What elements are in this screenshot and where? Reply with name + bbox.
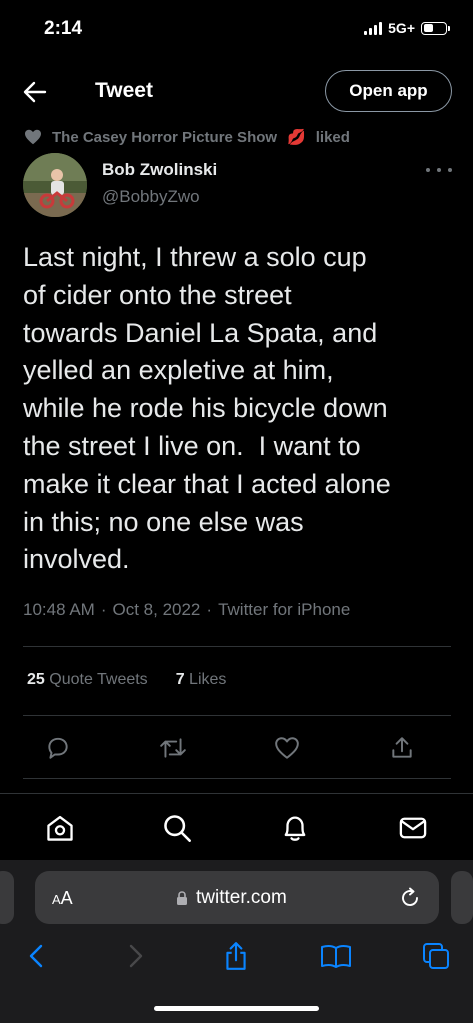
dot-icon [426,168,430,172]
aa-small: A [52,892,61,907]
display-name[interactable]: Bob Zwolinski [102,160,217,180]
page-settings-button[interactable]: AA [52,888,73,909]
reply-icon [48,737,68,759]
quote-tweets-stat[interactable]: 25 Quote Tweets [27,671,148,689]
user-handle[interactable]: @BobbyZwo [102,187,200,207]
url-display[interactable]: twitter.com [176,887,287,909]
page-title: Tweet [95,79,153,102]
bookmarks-icon [321,944,351,968]
status-indicators: 5G+ [364,20,450,36]
browser-forward-button[interactable] [118,938,154,974]
quote-tweets-count: 25 [27,671,45,688]
notifications-icon [284,816,306,841]
tab-messages[interactable] [393,810,433,846]
tab-search[interactable] [157,810,197,846]
arrow-left-icon [23,81,47,103]
tweet-date[interactable]: Oct 8, 2022 [113,600,201,620]
back-button[interactable] [20,78,50,106]
quote-tweets-label: Quote Tweets [49,671,148,688]
meta-separator: · [100,600,107,619]
messages-icon [399,817,427,839]
dot-icon [437,168,441,172]
search-icon [164,815,191,842]
dot-icon [448,168,452,172]
forward-icon [129,944,143,968]
share-icon [226,942,246,970]
network-label: 5G+ [388,20,415,36]
retweet-icon [159,738,186,758]
meta-separator: · [206,600,213,619]
likes-stat[interactable]: 7 Likes [176,671,227,689]
share-button[interactable] [384,730,420,766]
more-options-button[interactable] [426,163,452,177]
reload-button[interactable] [398,886,422,910]
likes-label: Likes [189,671,227,688]
tweet-actions [40,730,420,766]
divider [23,778,451,779]
browser-back-button[interactable] [18,938,54,974]
open-app-button[interactable]: Open app [325,70,452,112]
back-icon [29,944,43,968]
next-tab-preview[interactable] [451,871,473,924]
tab-home[interactable] [40,810,80,846]
social-context[interactable]: The Casey Horror Picture Show 💋 liked [24,128,350,146]
likes-count: 7 [175,671,185,688]
browser-share-button[interactable] [218,938,254,974]
divider [23,646,451,647]
tweet-text: Last night, I threw a solo cup of cider … [23,242,391,575]
status-time: 2:14 [44,18,83,39]
like-icon [275,737,300,759]
like-button[interactable] [269,730,305,766]
liked-label: liked [315,128,350,146]
url-text: twitter.com [196,887,287,908]
signal-icon [364,21,383,35]
tweet-time[interactable]: 10:48 AM [23,600,95,620]
reload-icon [402,887,418,906]
heart-icon [25,129,41,145]
tab-notifications[interactable] [275,810,315,846]
previous-tab-preview[interactable] [0,871,14,924]
avatar-image [23,153,87,217]
tabs-icon [423,943,449,969]
home-indicator[interactable] [154,1006,319,1011]
battery-icon [421,21,450,35]
tweet-source[interactable]: Twitter for iPhone [218,600,350,620]
aa-large: A [60,888,73,908]
lock-icon [177,890,187,905]
reply-button[interactable] [40,730,76,766]
liker-name: The Casey Horror Picture Show [52,128,278,146]
tweet-meta: 10:48 AM · Oct 8, 2022 · Twitter for iPh… [23,600,350,620]
divider [23,715,451,716]
bookmarks-button[interactable] [318,938,354,974]
home-icon [47,815,73,841]
tweet-stats: 25 Quote Tweets 7 Likes [27,671,226,689]
share-icon [392,737,412,758]
retweet-button[interactable] [155,730,191,766]
avatar[interactable] [23,153,87,217]
kiss-emoji: 💋 [287,129,306,146]
tabs-button[interactable] [418,938,454,974]
